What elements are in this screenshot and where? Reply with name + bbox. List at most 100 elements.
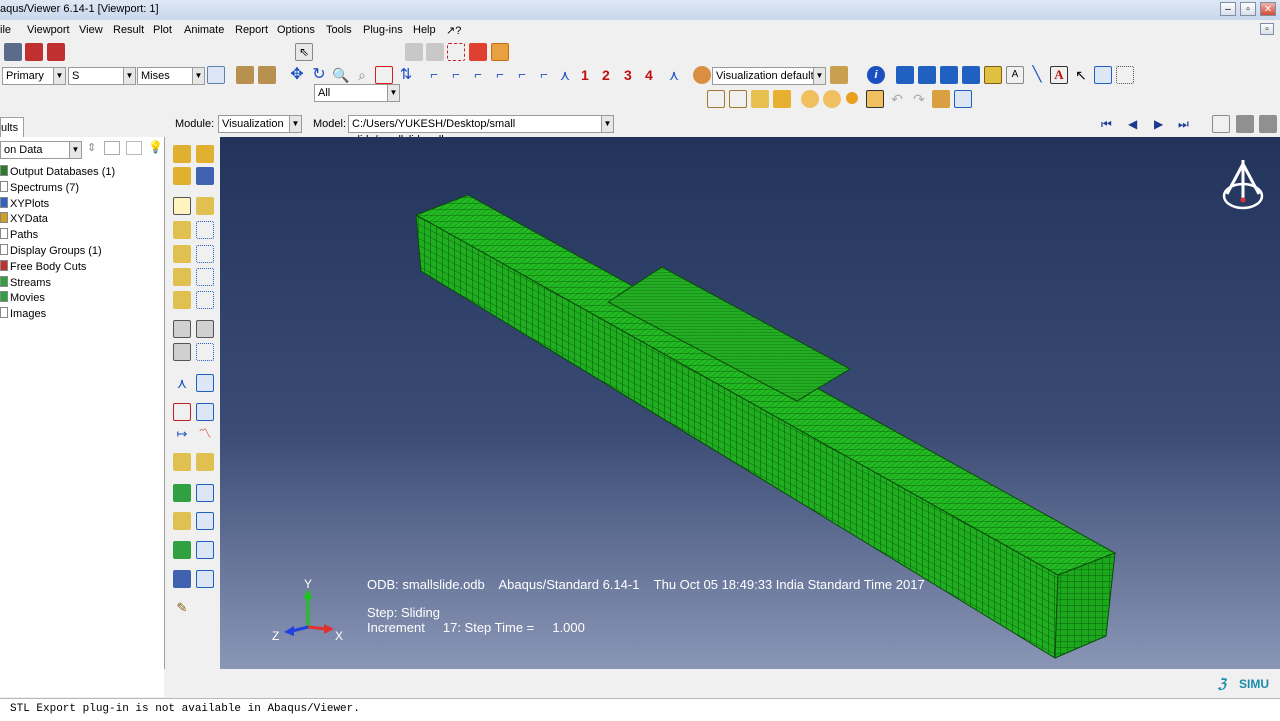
palette-icon[interactable] bbox=[693, 66, 711, 84]
selection-options-icon[interactable] bbox=[491, 43, 509, 61]
magnify-icon[interactable]: 🔍 bbox=[332, 66, 350, 84]
select-cursor-icon[interactable]: ⇖ bbox=[295, 43, 313, 61]
query-cursor-icon[interactable] bbox=[866, 90, 884, 108]
animation-camera-icon[interactable] bbox=[1259, 115, 1277, 133]
box-select-icon[interactable] bbox=[447, 43, 465, 61]
xy-plot-icon[interactable]: 〽 bbox=[196, 425, 214, 443]
menu-tools[interactable]: Tools bbox=[326, 24, 352, 36]
material-orientation-icon[interactable] bbox=[173, 268, 191, 286]
rotate-icon[interactable]: ↻ bbox=[310, 66, 328, 84]
animation-options-icon[interactable] bbox=[196, 343, 214, 361]
plot-both-icon[interactable] bbox=[173, 167, 191, 185]
tree-item[interactable]: Output Databases (1) bbox=[0, 165, 115, 178]
up-down-icon[interactable]: ⇕ bbox=[87, 141, 96, 154]
tree-item[interactable]: Display Groups (1) bbox=[0, 244, 102, 257]
tree-item[interactable]: Paths bbox=[0, 228, 38, 241]
free-body-manager-icon[interactable] bbox=[196, 484, 214, 502]
undo-icon[interactable]: ↶ bbox=[888, 90, 906, 108]
animate-time-icon[interactable] bbox=[173, 320, 191, 338]
display-options-icon[interactable] bbox=[173, 570, 191, 588]
display-options-manager-icon[interactable] bbox=[196, 570, 214, 588]
tile-vertical-icon[interactable] bbox=[940, 66, 958, 84]
symbol-plot-icon[interactable] bbox=[173, 245, 191, 263]
menu-animate[interactable]: Animate bbox=[184, 24, 224, 36]
orientation-options-icon[interactable] bbox=[196, 268, 214, 286]
translucency-icon[interactable] bbox=[801, 90, 819, 108]
superimpose-options-icon[interactable] bbox=[196, 197, 214, 215]
view-manager-icon[interactable]: ⋏ bbox=[665, 66, 683, 84]
tree-item[interactable]: Free Body Cuts bbox=[0, 259, 86, 273]
create-path-icon[interactable]: ↦ bbox=[173, 425, 191, 443]
menu-result[interactable]: Result bbox=[113, 24, 144, 36]
animate-harmonic-icon[interactable] bbox=[173, 343, 191, 361]
view-iso-icon[interactable]: ⋏ bbox=[556, 66, 574, 84]
contour-plot-icon[interactable] bbox=[173, 221, 191, 239]
display-group-icon[interactable] bbox=[932, 90, 950, 108]
text-tool-icon[interactable]: A bbox=[1050, 66, 1068, 84]
perspective-icon[interactable] bbox=[823, 90, 841, 108]
variable-select[interactable]: S ▼ bbox=[68, 67, 136, 85]
menu-viewport[interactable]: Viewport bbox=[27, 24, 70, 36]
annotation-icon[interactable]: A bbox=[1006, 66, 1024, 84]
plot-contours-icon[interactable] bbox=[173, 291, 191, 309]
lighting-icon[interactable] bbox=[846, 92, 858, 104]
user-view-3[interactable]: 3 bbox=[624, 67, 632, 83]
last-frame-icon[interactable]: ⏭ bbox=[1178, 117, 1189, 132]
hidden-lines-icon[interactable] bbox=[729, 90, 747, 108]
menu-whats-this[interactable]: ↗? bbox=[446, 24, 461, 37]
legend-icon[interactable] bbox=[1116, 66, 1134, 84]
redo-icon[interactable]: ↷ bbox=[910, 90, 928, 108]
display-group-manager-icon[interactable] bbox=[954, 90, 972, 108]
color-code-manager-icon[interactable] bbox=[196, 541, 214, 559]
tree-item[interactable]: XYData bbox=[0, 212, 48, 225]
tree-filter-select[interactable]: on Data ▼ bbox=[0, 141, 82, 159]
sync-icon[interactable] bbox=[207, 66, 225, 84]
pointer-icon[interactable]: ↖ bbox=[1072, 66, 1090, 84]
view-cut-icon[interactable] bbox=[984, 66, 1002, 84]
frame-selector-icon[interactable] bbox=[1212, 115, 1230, 133]
view-bottom-icon[interactable]: ⌐ bbox=[491, 66, 509, 84]
menu-help[interactable]: Help bbox=[413, 24, 436, 36]
display-group-list-icon[interactable] bbox=[196, 512, 214, 530]
view-back-icon[interactable]: ⌐ bbox=[447, 66, 465, 84]
animate-scale-icon[interactable] bbox=[196, 320, 214, 338]
symbol-options-icon[interactable] bbox=[196, 245, 214, 263]
wireframe-icon[interactable] bbox=[707, 90, 725, 108]
save-icon[interactable] bbox=[47, 43, 65, 61]
view-compass-icon[interactable] bbox=[1221, 156, 1265, 212]
contour-limits-icon[interactable] bbox=[196, 291, 214, 309]
module-select[interactable]: Visualization ▼ bbox=[218, 115, 302, 133]
pick-box-icon[interactable] bbox=[426, 43, 444, 61]
tab-results[interactable]: ults bbox=[0, 117, 24, 138]
view-cut-options-icon[interactable] bbox=[196, 374, 214, 392]
view-right-icon[interactable]: ⌐ bbox=[535, 66, 553, 84]
close-button[interactable]: ✕ bbox=[1260, 2, 1276, 16]
shaded-icon[interactable] bbox=[773, 90, 791, 108]
user-view-1[interactable]: 1 bbox=[581, 67, 589, 83]
create-xydata-icon[interactable] bbox=[173, 403, 191, 421]
menu-plot[interactable]: Plot bbox=[153, 24, 172, 36]
render-style-icon[interactable] bbox=[830, 66, 848, 84]
maximize-button[interactable]: ▫ bbox=[1240, 2, 1256, 16]
view-front-icon[interactable]: ⌐ bbox=[425, 66, 443, 84]
menu-file[interactable]: ile bbox=[0, 24, 11, 36]
plot-deformed-icon[interactable] bbox=[196, 145, 214, 163]
drag-select-icon[interactable] bbox=[469, 43, 487, 61]
view-top-icon[interactable]: ⌐ bbox=[469, 66, 487, 84]
auto-fit-icon[interactable] bbox=[375, 66, 393, 84]
step-frame-icon[interactable] bbox=[258, 66, 276, 84]
tree-item[interactable]: Spectrums (7) bbox=[0, 180, 79, 194]
field-output-icon[interactable] bbox=[236, 66, 254, 84]
stream-manager-icon[interactable] bbox=[196, 453, 214, 471]
table-icon[interactable] bbox=[1094, 66, 1112, 84]
restore-button[interactable]: ▫ bbox=[1260, 23, 1274, 35]
menu-report[interactable]: Report bbox=[235, 24, 268, 36]
tree-item[interactable]: Movies bbox=[0, 291, 45, 304]
viewport-layout-icon[interactable] bbox=[896, 66, 914, 84]
open-odb-icon[interactable] bbox=[25, 43, 43, 61]
common-options-icon[interactable] bbox=[173, 197, 191, 215]
cascade-icon[interactable] bbox=[962, 66, 980, 84]
viewport[interactable]: Y Z X ODB: smallslide.odb Abaqus/Standar… bbox=[220, 137, 1280, 669]
user-view-4[interactable]: 4 bbox=[645, 67, 653, 83]
menu-view[interactable]: View bbox=[79, 24, 103, 36]
